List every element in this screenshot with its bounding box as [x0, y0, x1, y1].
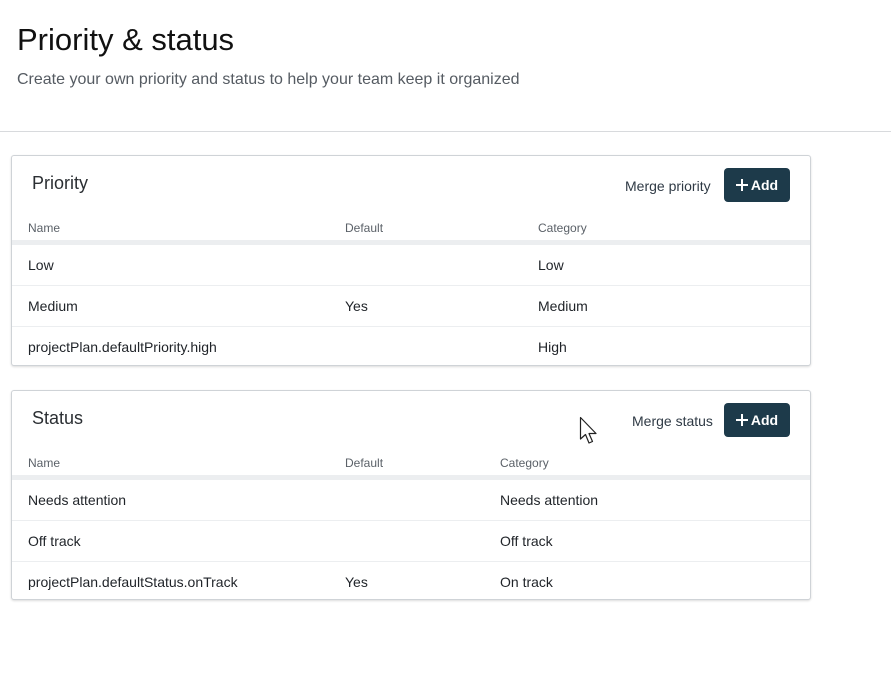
row-name: Low	[28, 257, 54, 273]
page-title: Priority & status	[17, 22, 235, 57]
priority-card: Priority Merge priority Add Name Default…	[11, 155, 811, 366]
table-row[interactable]: Low Low	[12, 245, 810, 286]
table-row[interactable]: Needs attention Needs attention	[12, 480, 810, 521]
row-category: On track	[500, 574, 553, 590]
merge-status-button[interactable]: Merge status	[632, 413, 713, 429]
row-name: projectPlan.defaultStatus.onTrack	[28, 574, 238, 590]
row-name: Off track	[28, 533, 81, 549]
priority-table: Name Default Category Low Low Medium Yes…	[12, 216, 810, 367]
status-card: Status Merge status Add Name Default Cat…	[11, 390, 811, 600]
row-category: Off track	[500, 533, 553, 549]
priority-table-header: Name Default Category	[12, 216, 810, 245]
status-card-title: Status	[32, 408, 84, 428]
status-table: Name Default Category Needs attention Ne…	[12, 451, 810, 602]
column-header-default[interactable]: Default	[345, 221, 383, 235]
row-default: Yes	[345, 574, 368, 590]
add-priority-label: Add	[750, 177, 779, 193]
row-category: High	[538, 339, 567, 355]
row-category: Low	[538, 257, 564, 273]
priority-card-title: Priority	[32, 173, 89, 193]
add-status-button[interactable]: Add	[724, 403, 790, 437]
table-row[interactable]: Off track Off track	[12, 521, 810, 562]
row-name: projectPlan.defaultPriority.high	[28, 339, 217, 355]
row-category: Medium	[538, 298, 588, 314]
mouse-pointer-icon	[579, 416, 597, 444]
page-header: Priority & status Create your own priori…	[0, 0, 891, 132]
page-subtitle: Create your own priority and status to h…	[17, 71, 520, 88]
column-header-category[interactable]: Category	[538, 221, 587, 235]
add-status-label: Add	[750, 412, 779, 428]
row-category: Needs attention	[500, 492, 599, 508]
status-table-header: Name Default Category	[12, 451, 810, 480]
row-name: Needs attention	[28, 492, 127, 508]
plus-icon	[735, 414, 748, 426]
row-default: Yes	[345, 298, 368, 314]
merge-priority-button[interactable]: Merge priority	[625, 178, 711, 194]
column-header-default[interactable]: Default	[345, 456, 383, 470]
table-row[interactable]: projectPlan.defaultPriority.high High	[12, 327, 810, 367]
column-header-name[interactable]: Name	[28, 456, 60, 470]
add-priority-button[interactable]: Add	[724, 168, 790, 202]
column-header-category[interactable]: Category	[500, 456, 549, 470]
row-name: Medium	[28, 298, 78, 314]
column-header-name[interactable]: Name	[28, 221, 60, 235]
table-row[interactable]: projectPlan.defaultStatus.onTrack Yes On…	[12, 562, 810, 602]
plus-icon	[735, 179, 748, 191]
table-row[interactable]: Medium Yes Medium	[12, 286, 810, 327]
